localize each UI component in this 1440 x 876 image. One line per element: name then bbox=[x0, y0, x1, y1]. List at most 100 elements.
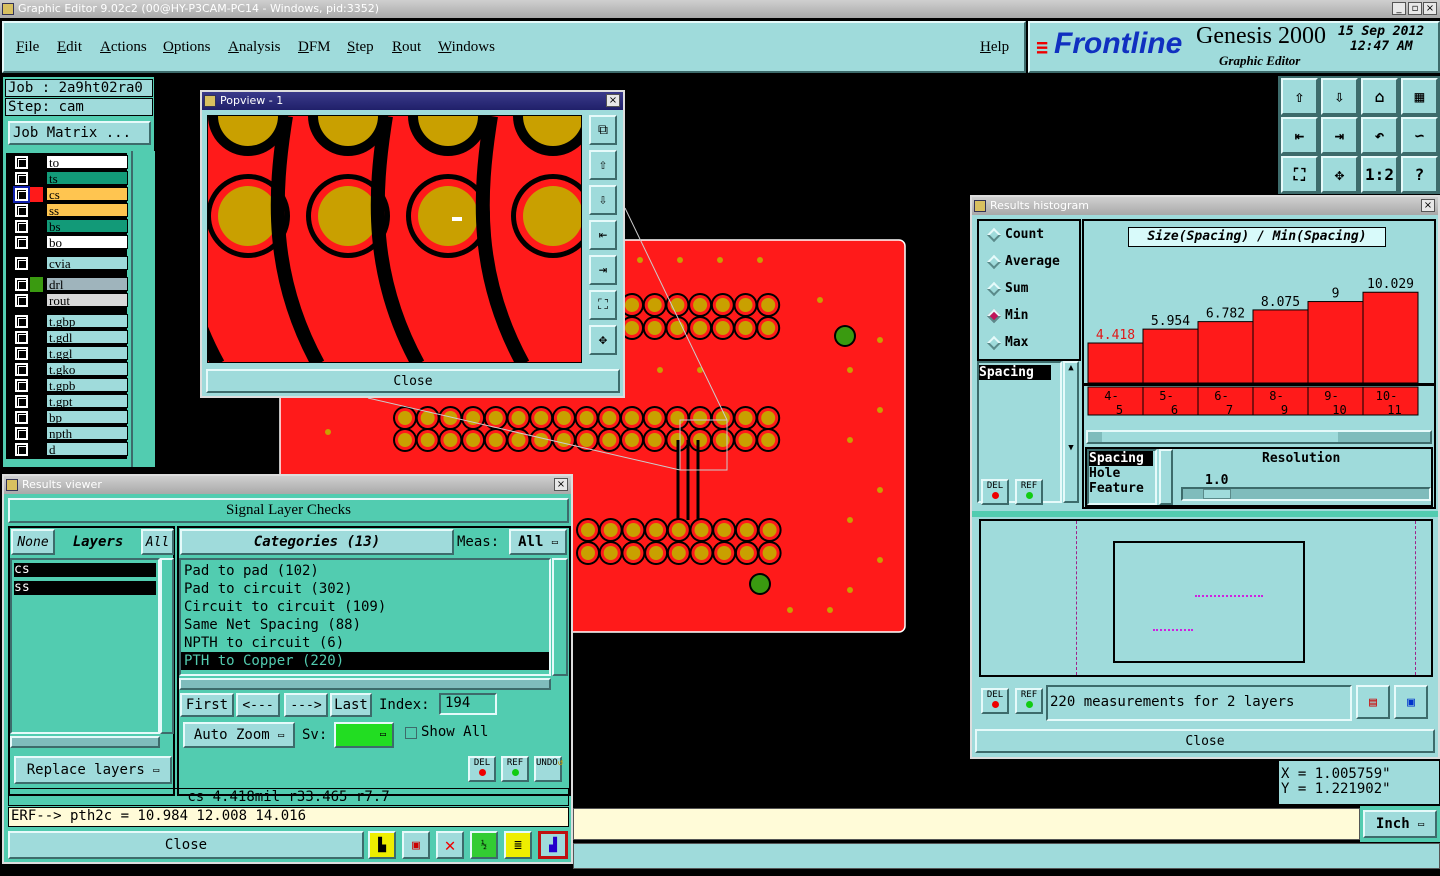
preview-frame bbox=[1113, 541, 1305, 663]
aggregate-radio-group: Count Average Sum Min Max bbox=[977, 219, 1081, 361]
type-list-item[interactable]: Spacing bbox=[979, 365, 1051, 380]
popview-close-icon[interactable]: × bbox=[606, 94, 620, 107]
category-item[interactable]: PTH to Copper (220) bbox=[181, 652, 549, 670]
bin-label-low: 9- bbox=[1324, 389, 1338, 403]
preview-ref-button[interactable]: REF bbox=[1015, 688, 1043, 714]
pad bbox=[318, 186, 378, 246]
prev-button[interactable]: <--- bbox=[236, 693, 280, 717]
category-item[interactable]: Pad to circuit (302) bbox=[181, 580, 549, 598]
bin-label-high: 9 bbox=[1281, 403, 1288, 417]
erf-delete-icon[interactable]: ✕ bbox=[436, 831, 464, 859]
pane-divider[interactable] bbox=[972, 511, 1438, 517]
source-list-scrollbar[interactable] bbox=[1159, 449, 1173, 505]
category-item[interactable]: Circuit to circuit (109) bbox=[181, 598, 549, 616]
hist-ref-button[interactable]: REF bbox=[1015, 479, 1043, 505]
histogram-hscroll[interactable] bbox=[1086, 430, 1432, 444]
sv-label: Sv: bbox=[302, 727, 328, 743]
red-dot-icon bbox=[478, 769, 486, 776]
layer-item-ss[interactable]: ss bbox=[14, 581, 156, 595]
first-button[interactable]: First bbox=[180, 693, 234, 717]
histogram-bar[interactable] bbox=[1087, 342, 1144, 384]
popview-zoom-out-icon[interactable]: ⇩ bbox=[589, 185, 617, 215]
replace-layers-dropdown[interactable]: Replace layers ▭ bbox=[14, 756, 172, 784]
radio-max[interactable]: Max bbox=[986, 335, 1028, 350]
preview-del-button[interactable]: DEL bbox=[981, 688, 1009, 714]
bin-label-high: 6 bbox=[1171, 403, 1178, 417]
replace-layers-label: Replace layers bbox=[26, 762, 145, 778]
layers-none-button[interactable]: None bbox=[11, 529, 55, 555]
pad bbox=[694, 523, 709, 537]
last-button[interactable]: Last bbox=[330, 693, 372, 717]
histogram-bar[interactable] bbox=[1307, 301, 1364, 384]
layer-list-vscroll[interactable] bbox=[160, 558, 174, 734]
popview-fit-icon[interactable]: ⛶ bbox=[589, 290, 617, 320]
pad bbox=[739, 523, 754, 537]
source-item-spacing[interactable]: Spacing bbox=[1089, 451, 1153, 466]
pad bbox=[647, 433, 662, 447]
category-vscroll[interactable] bbox=[552, 558, 568, 676]
histogram-close-icon[interactable]: × bbox=[1421, 199, 1435, 212]
source-item-hole[interactable]: Hole bbox=[1089, 466, 1155, 481]
pad bbox=[626, 546, 641, 560]
pad bbox=[738, 298, 753, 312]
radio-min[interactable]: Min bbox=[986, 308, 1028, 323]
show-all-checkbox[interactable] bbox=[405, 727, 417, 739]
results-close-icon[interactable]: × bbox=[554, 478, 568, 491]
layer-item-cs[interactable]: cs bbox=[14, 563, 156, 577]
notes-icon[interactable]: ≣ bbox=[504, 831, 532, 859]
source-item-feature[interactable]: Feature bbox=[1089, 481, 1155, 496]
popview-new-icon[interactable]: ⧉ bbox=[589, 115, 617, 145]
half-icon[interactable]: ½ bbox=[470, 831, 498, 859]
radio-count[interactable]: Count bbox=[986, 227, 1044, 242]
report-icon[interactable]: ▙ bbox=[368, 831, 396, 859]
layers-all-button[interactable]: All bbox=[141, 529, 174, 555]
undo-arrow-icon: ↺ bbox=[557, 758, 564, 768]
popview-image[interactable] bbox=[207, 115, 582, 363]
resolution-slider-handle[interactable] bbox=[1203, 489, 1231, 499]
layer-list-hscroll[interactable] bbox=[10, 736, 160, 748]
results-del-button[interactable]: DEL bbox=[468, 756, 496, 782]
popview-close-button[interactable]: Close bbox=[206, 369, 620, 393]
meas-dropdown[interactable]: All ▭ bbox=[509, 529, 567, 555]
histogram-close-button[interactable]: Close bbox=[975, 729, 1435, 753]
auto-zoom-dropdown[interactable]: Auto Zoom ▭ bbox=[183, 722, 295, 748]
results-ref-button[interactable]: REF bbox=[501, 756, 529, 782]
hist-del-button[interactable]: DEL bbox=[981, 479, 1009, 505]
pad bbox=[534, 433, 549, 447]
category-item[interactable]: NPTH to circuit (6) bbox=[181, 634, 549, 652]
category-hscroll[interactable] bbox=[179, 678, 551, 690]
category-list[interactable]: Pad to pad (102) Pad to circuit (302) Circ… bbox=[179, 558, 551, 676]
monitor-icon[interactable]: ▣ bbox=[402, 831, 430, 859]
category-item[interactable]: Same Net Spacing (88) bbox=[181, 616, 549, 634]
popview-center-icon[interactable]: ✥ bbox=[589, 325, 617, 355]
radio-indicator-icon bbox=[986, 281, 1002, 296]
sv-color-dropdown[interactable]: ▭ bbox=[334, 722, 394, 748]
histogram-bar[interactable] bbox=[1197, 321, 1254, 384]
resolution-slider[interactable] bbox=[1181, 487, 1431, 501]
check-name-header: Signal Layer Checks bbox=[8, 498, 569, 523]
pad bbox=[649, 523, 664, 537]
green-dot-icon bbox=[511, 769, 519, 776]
next-button[interactable]: ---> bbox=[284, 693, 328, 717]
index-label: Index: bbox=[379, 697, 430, 713]
popview-pan-right-icon[interactable]: ⇥ bbox=[589, 255, 617, 285]
histogram-icon[interactable]: ▟ bbox=[538, 831, 568, 859]
histogram-legend-icon[interactable]: ▣ bbox=[1394, 685, 1428, 719]
histogram-export-icon[interactable]: ▤ bbox=[1356, 685, 1390, 719]
source-list[interactable]: Spacing Hole Feature bbox=[1087, 449, 1157, 505]
histogram-bar[interactable] bbox=[1362, 291, 1419, 384]
units-dropdown[interactable]: Inch ▭ bbox=[1363, 810, 1437, 838]
results-layer-list[interactable]: cs ss bbox=[10, 558, 160, 734]
results-close-button[interactable]: Close bbox=[8, 831, 364, 859]
category-item[interactable]: Pad to pad (102) bbox=[181, 562, 549, 580]
categories-header-button[interactable]: Categories (13) bbox=[180, 529, 454, 555]
radio-sum[interactable]: Sum bbox=[986, 281, 1028, 296]
histogram-bar[interactable] bbox=[1252, 309, 1309, 384]
type-list-scrollbar[interactable]: ▲ ▼ bbox=[1063, 361, 1079, 503]
popview-zoom-in-icon[interactable]: ⇧ bbox=[589, 150, 617, 180]
radio-average[interactable]: Average bbox=[986, 254, 1060, 269]
popview-pan-left-icon[interactable]: ⇤ bbox=[589, 220, 617, 250]
results-undo-button[interactable]: UNDO↺ bbox=[534, 756, 564, 782]
index-input[interactable]: 194 bbox=[439, 693, 497, 715]
histogram-bar[interactable] bbox=[1142, 328, 1199, 384]
